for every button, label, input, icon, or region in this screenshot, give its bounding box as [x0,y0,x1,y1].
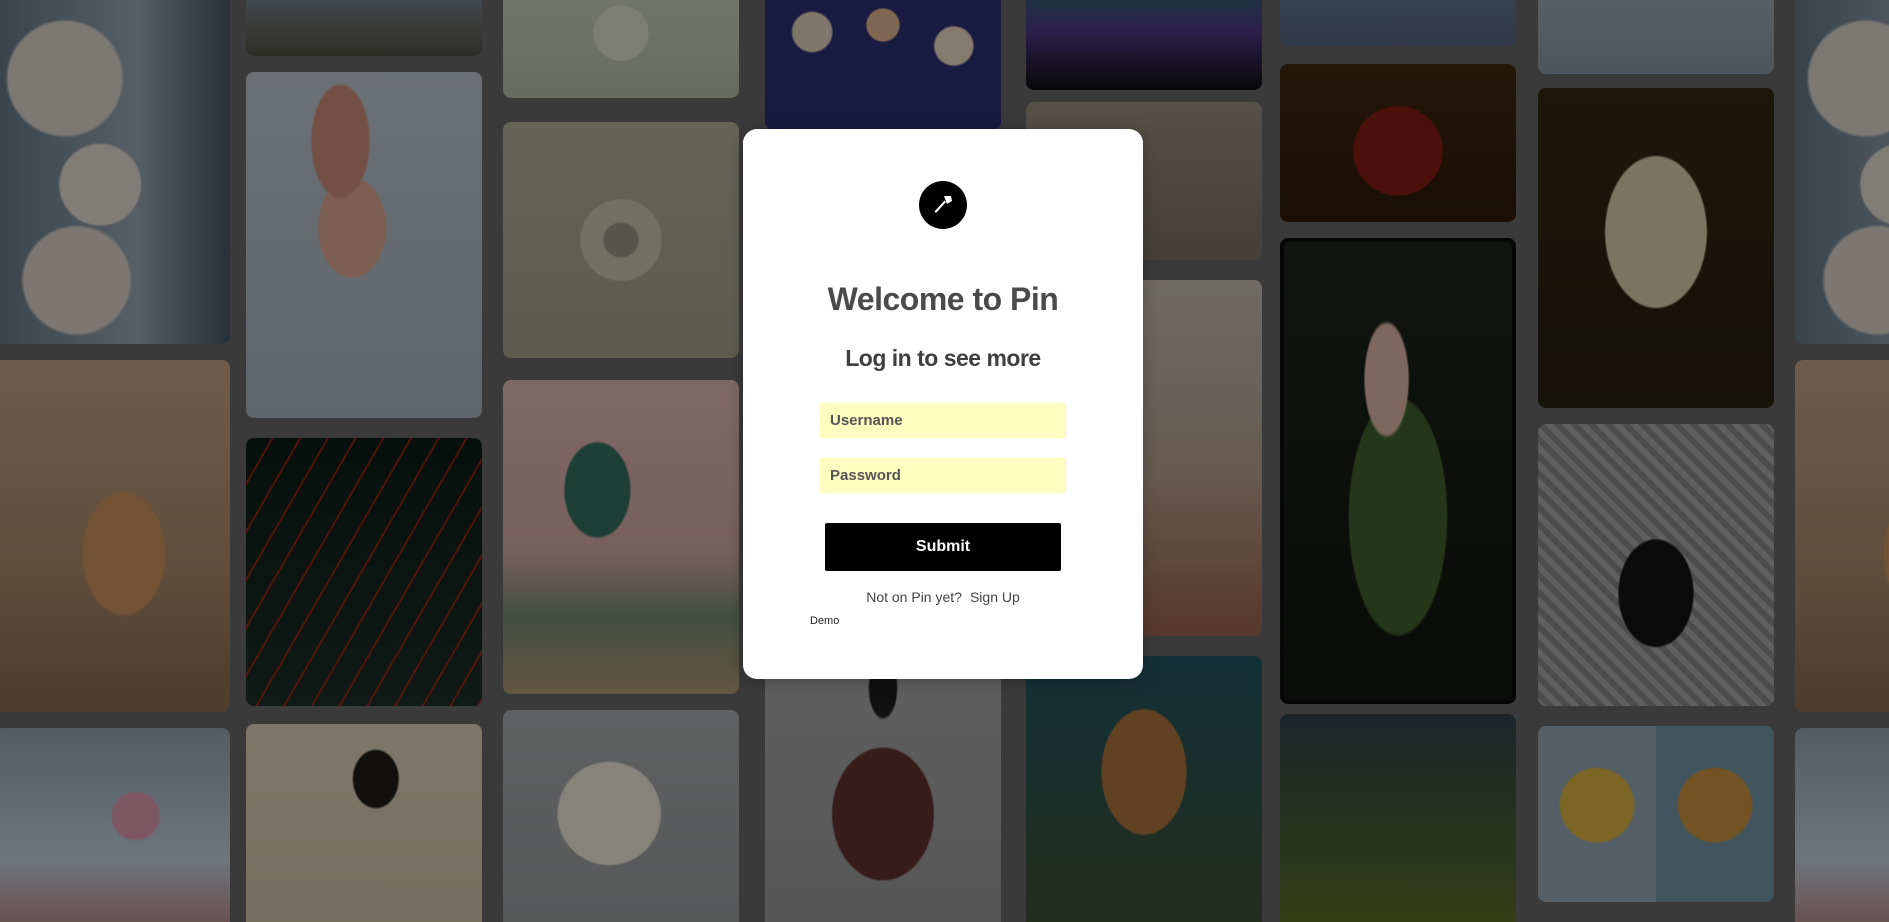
signup-link[interactable]: Sign Up [970,589,1020,605]
pin-grid-background: Welcome to Pin Log in to see more Submit… [0,0,1889,922]
modal-subtitle: Log in to see more [845,345,1041,371]
password-input[interactable] [820,458,1066,493]
login-modal: Welcome to Pin Log in to see more Submit… [743,129,1143,679]
pin-hammer-icon [919,181,967,229]
signup-prompt: Not on Pin yet? [866,589,962,605]
username-input[interactable] [820,403,1066,438]
demo-link[interactable]: Demo [810,615,839,627]
hammer-glyph [934,196,952,213]
submit-button[interactable]: Submit [825,523,1061,571]
modal-title: Welcome to Pin [827,281,1059,317]
signup-row: Not on Pin yet? Sign Up [743,589,1143,605]
